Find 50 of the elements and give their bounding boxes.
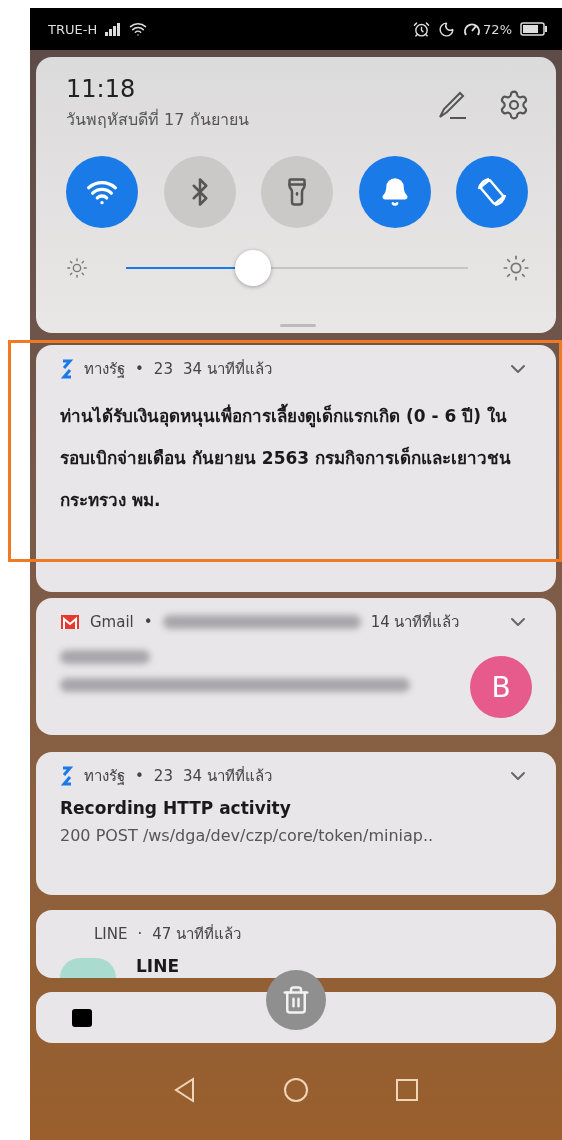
screen-rotation-icon bbox=[475, 175, 509, 209]
separator: · bbox=[137, 925, 143, 943]
clock-time: 11:18 bbox=[66, 75, 137, 103]
app-icon bbox=[60, 359, 74, 379]
notification-card[interactable] bbox=[36, 992, 556, 1043]
notification-card[interactable]: ทางรัฐ • 23 34 นาทีที่แล้ว ท่านได้รับเงินอุดหนุนเพื่อการเลี้ยงดูเด็กแรกเกิด (0 - 6 ปี) ในรอบเบิกจ่ายเดือน กันยายน 2563 กรมกิจการเด็กและเยาวชน กระทรวง พม. bbox=[36, 345, 556, 592]
carrier-name: TRUE-H bbox=[48, 21, 98, 37]
mail-icon bbox=[60, 614, 80, 630]
slider-thumb[interactable] bbox=[234, 250, 271, 286]
home-button[interactable] bbox=[283, 1077, 309, 1103]
bright-brightness-icon bbox=[502, 254, 530, 282]
notification-text: 200 POST /ws/dga/dev/czp/core/token/miniap.. bbox=[59, 825, 435, 845]
gauge-icon bbox=[463, 21, 482, 37]
notification-title: LINE bbox=[136, 956, 179, 976]
app-name: ทางรัฐ bbox=[84, 359, 125, 380]
sub-text: 23 bbox=[153, 767, 173, 785]
time-ago: 34 นาทีที่แล้ว bbox=[182, 358, 272, 380]
notification-card[interactable]: ทางรัฐ • 23 34 นาทีที่แล้ว Recording HTTP activity 200 POST /ws/dga/dev/czp/core/token/miniap.. bbox=[36, 752, 556, 895]
separator: • bbox=[135, 360, 144, 378]
sub-text: 23 bbox=[153, 360, 173, 378]
recents-button[interactable] bbox=[395, 1078, 419, 1102]
time-ago: 47 นาทีที่แล้ว bbox=[152, 923, 242, 945]
app-name: Gmail bbox=[90, 613, 134, 631]
notification-title: Recording HTTP activity bbox=[59, 797, 292, 818]
app-icon bbox=[72, 1009, 92, 1027]
notification-card[interactable]: LINE · 47 นาทีที่แล้ว LINE bbox=[36, 910, 556, 978]
settings-icon[interactable] bbox=[498, 89, 530, 121]
app-icon bbox=[60, 766, 74, 786]
time-ago: 34 นาทีที่แล้ว bbox=[182, 765, 272, 787]
notification-text: ท่านได้รับเงินอุดหนุนเพื่อการเลี้ยงดูเด็กแรกเกิด (0 - 6 ปี) ในรอบเบิกจ่ายเดือน กันยายน 2563 กรมกิจการเด็กและเยาวชน กระทรวง พม. bbox=[36, 381, 556, 521]
drag-handle[interactable] bbox=[280, 324, 316, 327]
battery-percent: 72% bbox=[483, 21, 512, 37]
wifi-icon bbox=[129, 20, 148, 38]
app-name: ทางรัฐ bbox=[84, 766, 125, 787]
moon-icon bbox=[438, 20, 456, 38]
avatar: B bbox=[470, 656, 532, 718]
avatar bbox=[60, 958, 116, 978]
signal-icon bbox=[105, 22, 122, 36]
back-button[interactable] bbox=[173, 1077, 197, 1103]
separator: • bbox=[135, 767, 144, 785]
notification-card[interactable]: Gmail • 14 นาทีที่แล้ว B bbox=[36, 598, 556, 735]
dim-brightness-icon bbox=[66, 257, 88, 279]
app-name: LINE bbox=[94, 925, 128, 943]
alarm-icon bbox=[413, 20, 431, 38]
time-ago: 14 นาทีที่แล้ว bbox=[370, 611, 460, 633]
battery-icon bbox=[520, 22, 548, 36]
trash-icon bbox=[281, 985, 311, 1015]
separator: • bbox=[143, 613, 153, 631]
date-text: วันพฤหัสบดีที่ 17 กันยายน bbox=[66, 108, 249, 131]
edit-icon[interactable] bbox=[436, 89, 468, 121]
